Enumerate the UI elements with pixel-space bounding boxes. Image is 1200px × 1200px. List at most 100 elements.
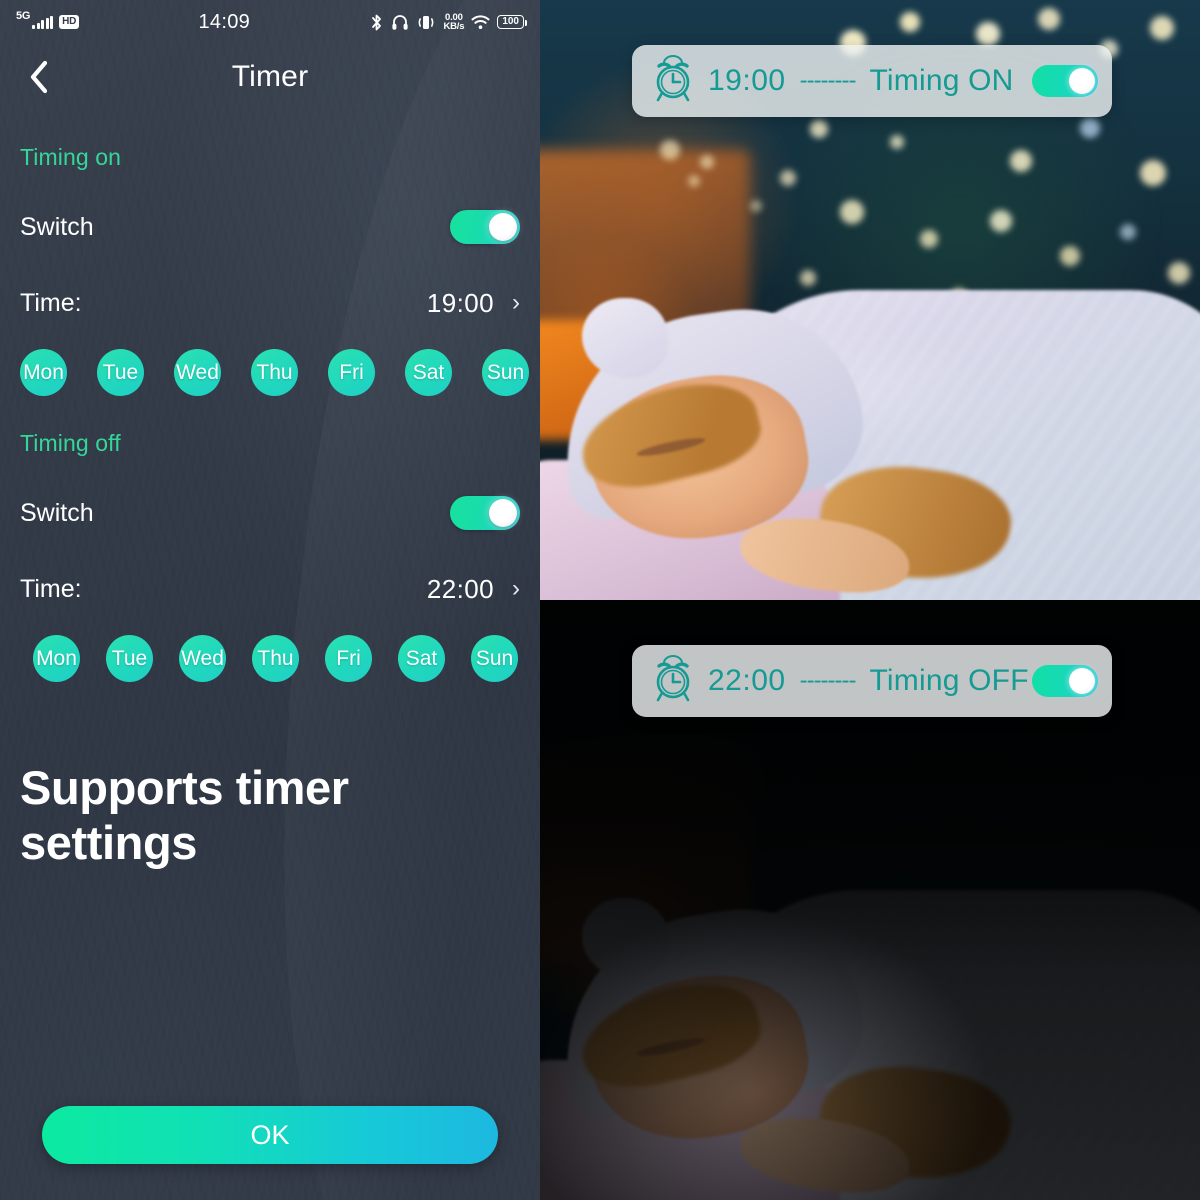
hood-ear	[582, 298, 668, 378]
bokeh-light	[890, 135, 904, 149]
day-chip-label: Sat	[405, 646, 438, 670]
timing-on-switch-row: Switch	[20, 207, 520, 247]
badge-toggle[interactable]	[1032, 665, 1098, 697]
status-bar: 5G HD 14:09 0.00 KB/s 100	[0, 0, 540, 44]
badge-separator: --------	[799, 667, 857, 694]
day-chip-thu[interactable]: Thu	[252, 635, 299, 682]
chevron-right-icon: ›	[512, 289, 520, 316]
day-chip-sat[interactable]: Sat	[398, 635, 445, 682]
badge-toggle[interactable]	[1032, 65, 1098, 97]
day-chip-thu[interactable]: Thu	[251, 349, 298, 396]
hd-badge: HD	[59, 14, 80, 30]
bokeh-light	[1060, 246, 1080, 266]
alarm-clock-icon	[650, 54, 696, 108]
timing-off-switch-toggle[interactable]	[450, 496, 520, 530]
bokeh-light	[780, 170, 796, 186]
day-chip-mon[interactable]: Mon	[20, 349, 67, 396]
bokeh-light	[1010, 150, 1032, 172]
toggle-knob	[489, 499, 517, 527]
bokeh-light	[990, 210, 1012, 232]
timing-on-switch-toggle[interactable]	[450, 210, 520, 244]
bokeh-light	[900, 12, 920, 32]
bed-area	[540, 270, 1200, 600]
timing-on-switch-label: Switch	[20, 212, 94, 241]
timing-off-switch-label: Switch	[20, 498, 94, 527]
timing-on-time-label: Time:	[20, 288, 82, 317]
confirm-bar: OK	[0, 1106, 540, 1164]
network-type-label: 5G	[16, 10, 31, 23]
bokeh-light	[840, 200, 864, 224]
phone-panel: 5G HD 14:09 0.00 KB/s 100 Timer Timing o…	[0, 0, 540, 1200]
timing-on-section: Timing on Switch Time: 19:00 › Mon Tue W…	[0, 144, 540, 396]
status-bar-clock: 14:09	[198, 10, 251, 33]
status-bar-right: 0.00 KB/s 100	[369, 12, 527, 32]
back-button[interactable]	[18, 56, 60, 98]
day-chip-wed[interactable]: Wed	[179, 635, 226, 682]
day-chip-fri[interactable]: Fri	[328, 349, 375, 396]
wifi-icon	[471, 14, 490, 30]
badge-time-value: 19:00	[708, 64, 786, 97]
day-chip-label: Fri	[336, 646, 361, 670]
timing-on-time-right: 19:00 ›	[427, 288, 520, 319]
day-chip-fri[interactable]: Fri	[325, 635, 372, 682]
bokeh-light	[1140, 160, 1166, 186]
day-chip-sat[interactable]: Sat	[405, 349, 452, 396]
badge-time-value: 22:00	[708, 664, 786, 697]
bokeh-light	[688, 175, 700, 187]
chevron-left-icon	[30, 60, 48, 94]
status-bar-left: 5G HD	[16, 11, 80, 30]
bokeh-light	[660, 140, 680, 160]
bokeh-light	[700, 155, 714, 169]
day-chip-label: Thu	[257, 646, 294, 670]
chevron-right-icon: ›	[512, 575, 520, 602]
day-chip-label: Wed	[181, 646, 224, 670]
timing-on-time-row[interactable]: Time: 19:00 ›	[20, 283, 520, 323]
marketing-headline: Supports timer settings	[20, 761, 349, 869]
day-chip-tue[interactable]: Tue	[97, 349, 144, 396]
day-chip-wed[interactable]: Wed	[174, 349, 221, 396]
timing-off-title: Timing off	[20, 430, 121, 456]
alarm-clock-icon	[650, 654, 696, 708]
nav-bar: Timer	[0, 44, 540, 110]
timing-off-switch-row: Switch	[20, 493, 520, 533]
day-chip-label: Tue	[102, 360, 139, 384]
battery-icon: 100	[497, 14, 527, 30]
bokeh-light	[1150, 16, 1174, 40]
day-chip-label: Wed	[176, 360, 219, 384]
day-chip-label: Mon	[23, 360, 64, 384]
timing-on-time-value: 19:00	[426, 287, 494, 318]
timing-on-days: Mon Tue Wed Thu Fri Sat Sun	[20, 349, 529, 396]
timing-off-time-row[interactable]: Time: 22:00 ›	[20, 569, 520, 609]
bokeh-light	[920, 230, 938, 248]
day-chip-mon[interactable]: Mon	[33, 635, 80, 682]
signal-bars-icon	[32, 16, 54, 30]
day-chip-sun[interactable]: Sun	[482, 349, 529, 396]
bluetooth-icon	[369, 13, 384, 32]
vibrate-icon	[416, 14, 436, 31]
day-chip-label: Sun	[475, 646, 514, 670]
day-chip-tue[interactable]: Tue	[106, 635, 153, 682]
page-title: Timer	[231, 60, 309, 93]
timing-off-days: Mon Tue Wed Thu Fri Sat Sun	[20, 635, 520, 682]
toggle-knob	[489, 213, 517, 241]
bokeh-light	[976, 22, 1000, 46]
timing-off-badge: 22:00 -------- Timing OFF	[632, 645, 1112, 717]
bokeh-light	[1120, 224, 1136, 240]
ok-button[interactable]: OK	[42, 1106, 498, 1164]
timing-on-title: Timing on	[20, 144, 122, 170]
day-chip-label: Sun	[486, 360, 525, 384]
timing-off-time-right: 22:00 ›	[427, 574, 520, 605]
badge-status-label: Timing ON	[869, 64, 1014, 97]
badge-separator: --------	[799, 67, 857, 94]
day-chip-label: Thu	[256, 360, 293, 384]
toggle-knob	[1069, 68, 1095, 94]
day-chip-sun[interactable]: Sun	[471, 635, 518, 682]
network-speed-indicator: 0.00 KB/s	[443, 12, 465, 32]
screenshot-root: 5G HD 14:09 0.00 KB/s 100 Timer Timing o…	[0, 0, 1200, 1200]
day-chip-label: Fri	[339, 360, 364, 384]
cellular-signal-group: 5G	[16, 11, 54, 30]
network-speed-unit: KB/s	[443, 21, 465, 32]
bokeh-light	[1038, 8, 1060, 30]
photo-column: 19:00 -------- Timing ON 22:00 -------- …	[540, 0, 1200, 1200]
toggle-knob	[1069, 668, 1095, 694]
